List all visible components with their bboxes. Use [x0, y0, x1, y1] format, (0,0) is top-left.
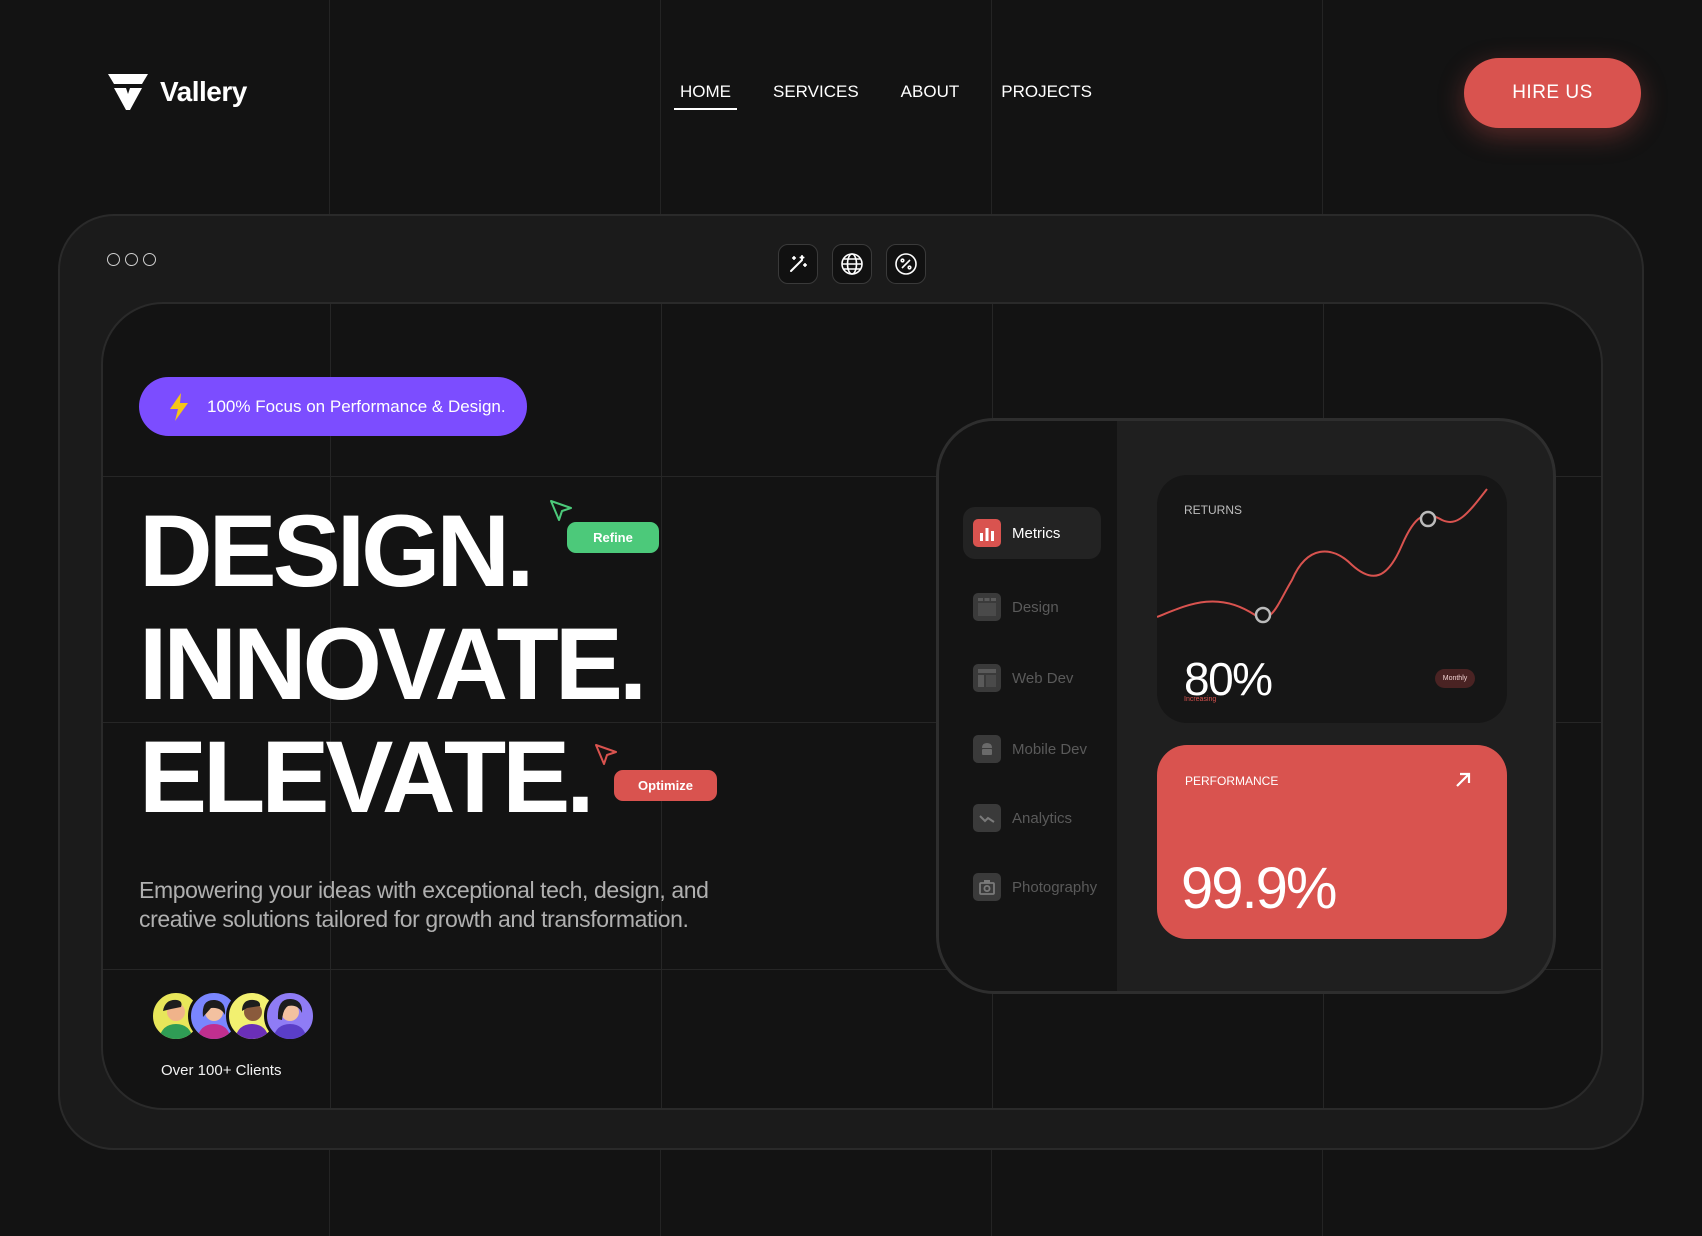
headline-line-2: INNOVATE. [139, 607, 647, 721]
performance-card[interactable]: PERFORMANCE 99.9% [1157, 745, 1507, 939]
main-nav: HOME SERVICES ABOUT PROJECTS [674, 80, 1098, 110]
dashboard-device: Metrics Design Web Dev Mobile Dev Analyt… [936, 418, 1556, 994]
brand-logo[interactable]: Vallery [106, 72, 247, 112]
globe-icon[interactable] [832, 244, 872, 284]
menu-label: Web Dev [1012, 669, 1074, 687]
design-icon [973, 593, 1001, 621]
refine-tag: Refine [567, 522, 659, 553]
performance-label: PERFORMANCE [1185, 774, 1279, 788]
optimize-tag: Optimize [614, 770, 717, 801]
menu-label: Metrics [1012, 524, 1061, 542]
menu-item-analytics[interactable]: Analytics [963, 792, 1101, 844]
menu-label: Analytics [1012, 809, 1073, 827]
nav-about[interactable]: ABOUT [895, 80, 966, 110]
nav-projects[interactable]: PROJECTS [995, 80, 1098, 110]
cursor-red-icon [595, 744, 617, 765]
hero-description-line-1: Empowering your ideas with exceptional t… [139, 877, 709, 903]
hire-us-button[interactable]: HIRE US [1464, 58, 1641, 128]
arrow-up-right-icon[interactable] [1454, 771, 1472, 789]
percent-badge-icon[interactable] [886, 244, 926, 284]
bar-chart-icon [973, 519, 1001, 547]
layout-icon [973, 664, 1001, 692]
window-dot[interactable] [107, 253, 120, 266]
trend-icon [973, 804, 1001, 832]
menu-label: Mobile Dev [1012, 740, 1088, 758]
badge-text: 100% Focus on Performance & Design. [207, 396, 506, 416]
nav-services[interactable]: SERVICES [767, 80, 865, 110]
client-avatars [150, 990, 316, 1042]
cursor-green-icon [550, 500, 572, 521]
window-dot[interactable] [125, 253, 138, 266]
camera-icon [973, 873, 1001, 901]
menu-label: Design [1012, 598, 1059, 616]
lightning-icon [170, 392, 188, 421]
toolbar [778, 244, 926, 284]
nav-home[interactable]: HOME [674, 80, 737, 110]
clients-count: Over 100+ Clients [161, 1062, 282, 1079]
focus-badge: 100% Focus on Performance & Design. [139, 377, 527, 436]
returns-card: RETURNS Increasing 80% Monthly [1157, 475, 1507, 723]
grid-line [661, 304, 662, 1108]
brand-name: Vallery [160, 76, 247, 107]
menu-item-metrics[interactable]: Metrics [963, 507, 1101, 559]
menu-item-web-dev[interactable]: Web Dev [963, 652, 1101, 704]
android-icon [973, 735, 1001, 763]
headline-line-1: DESIGN. [139, 494, 534, 608]
avatar [264, 990, 316, 1042]
performance-value: 99.9% [1181, 856, 1337, 921]
hero-description-line-2: creative solutions tailored for growth a… [139, 906, 689, 932]
menu-item-design[interactable]: Design [963, 581, 1101, 633]
menu-item-photography[interactable]: Photography [963, 861, 1101, 913]
period-selector[interactable]: Monthly [1435, 669, 1475, 688]
window-controls [107, 253, 156, 266]
window-dot[interactable] [143, 253, 156, 266]
logo-icon [108, 74, 148, 110]
hero-description: Empowering your ideas with exceptional t… [139, 876, 819, 934]
menu-label: Photography [1012, 878, 1098, 896]
menu-item-mobile-dev[interactable]: Mobile Dev [963, 723, 1101, 775]
magic-wand-icon[interactable] [778, 244, 818, 284]
returns-value: 80% [1184, 653, 1273, 705]
headline-line-3: ELEVATE. [139, 720, 595, 834]
